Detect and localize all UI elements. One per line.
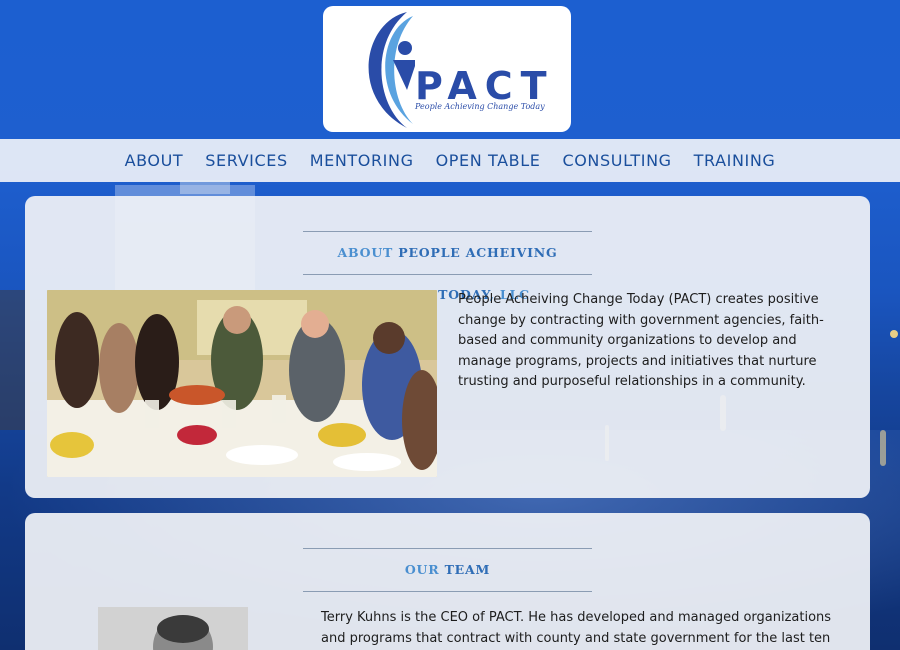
- nav-item-mentoring[interactable]: MENTORING: [310, 139, 414, 182]
- about-section: About People Acheiving Change Today, LLC: [25, 196, 870, 498]
- main-navigation: ABOUT SERVICES MENTORING OPEN TABLE CONS…: [0, 139, 900, 182]
- nav-item-consulting[interactable]: CONSULTING: [562, 139, 671, 182]
- about-heading: About People Acheiving Change Today, LLC: [303, 231, 592, 302]
- team-heading: Our Team: [303, 548, 592, 592]
- nav-item-training[interactable]: TRAINING: [694, 139, 776, 182]
- about-body-text: People Acheiving Change Today (PACT) cre…: [458, 292, 824, 389]
- portrait-illustration: [98, 607, 248, 650]
- site-logo[interactable]: PACT People Achieving Change Today: [323, 6, 571, 132]
- photo-illustration: [47, 290, 437, 477]
- background-street-light: [890, 330, 898, 338]
- team-heading-strong: Team: [444, 562, 491, 577]
- team-section: Our Team Terry Kuhns is the CEO of PACT.…: [25, 513, 870, 650]
- logo-tagline: People Achieving Change Today: [415, 102, 545, 111]
- nav-item-about[interactable]: ABOUT: [125, 139, 184, 182]
- team-heading-lead: Our: [404, 562, 445, 577]
- background-light-reflection: [880, 430, 886, 466]
- group-dining-photo: [47, 290, 437, 477]
- nav-item-open-table[interactable]: OPEN TABLE: [436, 139, 541, 182]
- portrait-photo: [98, 607, 248, 650]
- pact-swoosh-icon: [368, 12, 415, 128]
- background-building-roof: [180, 180, 230, 194]
- about-heading-lead: About: [337, 245, 399, 260]
- nav-item-services[interactable]: SERVICES: [205, 139, 287, 182]
- team-body-text: Terry Kuhns is the CEO of PACT. He has d…: [321, 610, 832, 646]
